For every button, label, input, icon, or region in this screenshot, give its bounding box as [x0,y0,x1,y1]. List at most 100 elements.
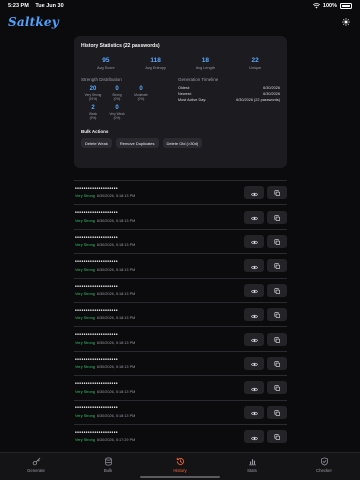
generation-timeline: Generation Timeline Oldest: 6/30/2026 New… [178,77,280,124]
status-bar: 5:23 PM Tue Jun 30 100% [0,0,360,12]
masked-password: •••••••••••••••••••• [75,332,119,339]
history-row: •••••••••••••••••••• Very Strong 6/30/2026… [74,253,287,277]
copy-button[interactable] [267,356,287,370]
strength-label: Very Strong [75,316,95,321]
dist-label: Very Weak (0%) [109,112,125,120]
reveal-button[interactable] [244,208,264,226]
tab-label: Bulk [103,468,113,473]
stats-title: History Statistics (22 passwords) [81,43,160,49]
history-row: •••••••••••••••••••• Very Strong 6/30/2026… [74,375,287,399]
eye-icon [250,184,258,202]
history-entry: •••••••••••••••••••• Very Strong 6/30/2026… [74,382,135,394]
tab-bulk[interactable]: Bulk [83,456,133,480]
strength-label: Very Strong [75,292,95,296]
reveal-button[interactable] [244,234,264,248]
row-actions [244,405,287,419]
copy-button[interactable] [267,428,287,446]
timestamp: 6/30/2026, 5:17:29 PM [96,438,136,443]
dist-very-strong: 20 Very Strong (91%) [81,86,105,101]
reveal-button[interactable] [244,381,264,395]
entry-meta: Very Strong 6/30/2026, 5:18:13 PM [75,219,135,223]
stat-label: Avg Length [195,66,215,70]
reveal-button[interactable] [244,405,264,419]
copy-button[interactable] [267,332,287,346]
history-stats-card: History Statistics (22 passwords) 95 Avg… [74,36,287,168]
eye-icon [250,208,258,226]
history-entry: •••••••••••••••••••• Very Strong 6/30/2026… [74,357,135,369]
status-date: Tue Jun 30 [35,3,64,9]
dist-value: 0 [115,105,119,111]
bulk-actions: Delete Weak Remove Duplicates Delete Old… [81,138,280,148]
history-entry: •••••••••••••••••••• Very Strong 6/30/2026… [74,406,135,418]
row-actions [244,354,287,372]
reveal-button[interactable] [244,184,264,202]
distribution-label: Strength Distribution [81,77,122,82]
reveal-button[interactable] [244,332,264,346]
delete-old-button[interactable]: Delete Old (>30d) [162,138,203,148]
copy-button[interactable] [267,283,287,297]
row-actions [244,381,287,395]
entry-meta: Very Strong 6/30/2026, 5:18:13 PM [75,316,135,320]
entry-meta: Very Strong 6/30/2026, 5:18:13 PM [75,268,135,272]
timestamp: 6/30/2026, 5:18:13 PM [96,292,136,296]
tab-stats[interactable]: Stats [227,456,277,480]
masked-password: •••••••••••••••••••• [75,210,119,217]
tab-label: Generate [27,468,45,473]
reveal-button[interactable] [244,259,264,273]
tab-generate[interactable]: Generate [11,456,61,480]
history-entry: •••••••••••••••••••• Very Strong 6/30/2026… [74,185,135,198]
history-row: •••••••••••••••••••• Very Strong 6/30/2026… [74,350,287,375]
theme-toggle-button[interactable] [340,16,352,28]
masked-password: •••••••••••••••••••• [75,185,119,192]
history-entry: •••••••••••••••••••• Very Strong 6/30/2026… [74,429,136,443]
strength-label: Very Strong [75,218,95,223]
copy-button[interactable] [267,405,287,419]
strength-label: Very Strong [75,389,95,394]
strength-label: Very Strong [75,413,95,418]
delete-weak-button[interactable]: Delete Weak [81,138,112,148]
copy-icon [274,208,281,226]
reveal-button[interactable] [244,308,264,322]
history-row: •••••••••••••••••••• Very Strong 6/30/2026… [74,228,287,253]
entry-meta: Very Strong 6/30/2026, 5:18:13 PM [75,243,135,247]
eye-icon [250,281,258,299]
masked-password: •••••••••••••••••••• [75,429,119,436]
stat-value: 18 [201,57,209,64]
copy-button[interactable] [267,234,287,248]
copy-button[interactable] [267,208,287,226]
row-actions [244,308,287,322]
stat-value: 118 [150,57,161,64]
dist-label: Weak (9%) [88,112,98,120]
copy-button[interactable] [267,381,287,395]
copy-button[interactable] [267,186,287,200]
masked-password: •••••••••••••••••••• [75,234,119,241]
history-entry: •••••••••••••••••••• Very Strong 6/30/2026… [74,260,135,272]
stat-label: Avg Entropy [145,66,166,70]
stat-value: 95 [102,57,110,64]
copy-icon [274,428,281,446]
history-row: •••••••••••••••••••• Very Strong 6/30/2026… [74,180,287,204]
dist-value: 0 [139,86,143,92]
reveal-button[interactable] [244,281,264,299]
remove-duplicates-button[interactable]: Remove Duplicates [115,138,159,148]
tab-checker[interactable]: Checker [299,456,349,480]
row-actions [244,234,287,248]
dist-very-weak: 0 Very Weak (0%) [105,105,129,120]
dist-label: Strong (0%) [112,93,122,101]
entry-meta: Very Strong 6/30/2026, 5:18:13 PM [75,414,135,418]
history-entry: •••••••••••••••••••• Very Strong 6/30/2026… [74,308,135,320]
history-row: •••••••••••••••••••• Very Strong 6/30/2026… [74,277,287,302]
copy-button[interactable] [267,308,287,322]
tab-label: History [173,468,187,473]
stat-avg-score: 95 Avg Score [81,57,131,70]
copy-button[interactable] [267,259,287,273]
row-actions [244,281,287,299]
reveal-button[interactable] [244,354,264,372]
eye-icon [250,354,258,372]
timestamp: 6/30/2026, 5:18:13 PM [96,316,136,321]
app-logo: Saltkey [8,15,59,29]
history-row: •••••••••••••••••••• Very Strong 6/30/2026… [74,326,287,350]
reveal-button[interactable] [244,430,264,444]
strength-label: Very Strong [75,243,95,248]
battery-percent: 100% [322,3,337,9]
